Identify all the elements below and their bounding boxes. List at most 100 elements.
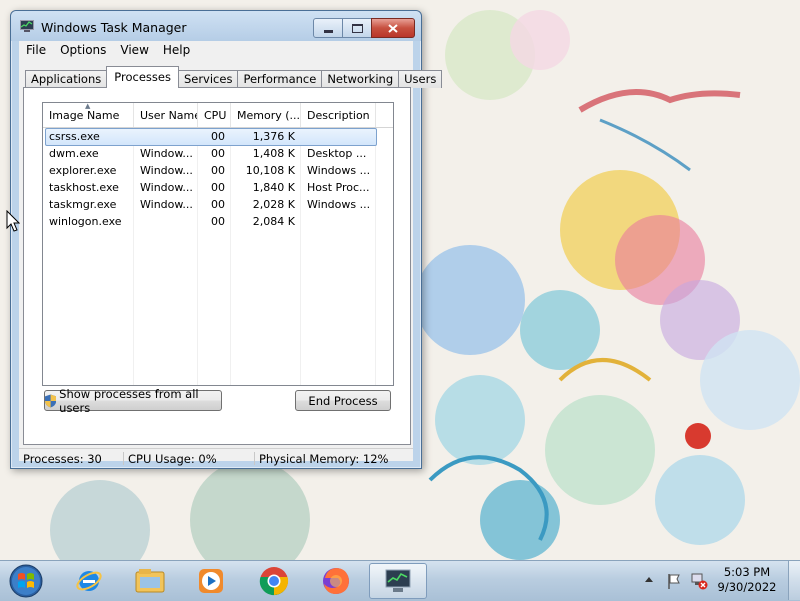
tab-applications[interactable]: Applications bbox=[25, 70, 108, 88]
firefox-icon bbox=[323, 568, 349, 594]
mouse-pointer-icon bbox=[6, 210, 20, 232]
cell-description bbox=[301, 213, 376, 230]
menu-file[interactable]: File bbox=[19, 41, 53, 60]
taskbar-media-player[interactable] bbox=[182, 563, 240, 599]
cell-cpu: 00 bbox=[211, 164, 225, 177]
column-header-memory[interactable]: Memory (... bbox=[231, 103, 301, 127]
cell-memory: 1,840 K bbox=[252, 181, 295, 194]
taskbar-task-manager[interactable] bbox=[369, 563, 427, 599]
cell-cpu: 00 bbox=[211, 215, 225, 228]
cell-user-name: Window... bbox=[140, 164, 193, 177]
cell-memory: 2,028 K bbox=[252, 198, 295, 211]
processes-panel: ▲ Image Name User Name CPU Memory (... D… bbox=[23, 87, 411, 445]
cell-cpu: 00 bbox=[211, 198, 225, 211]
close-button[interactable] bbox=[371, 18, 415, 38]
menu-view[interactable]: View bbox=[113, 41, 155, 60]
sort-ascending-icon: ▲ bbox=[85, 103, 91, 110]
column-header-label: Description bbox=[307, 109, 370, 122]
menu-options[interactable]: Options bbox=[53, 41, 113, 60]
column-header-user-name[interactable]: User Name bbox=[134, 103, 198, 127]
internet-explorer-icon bbox=[76, 571, 102, 591]
tab-users[interactable]: Users bbox=[398, 70, 443, 88]
taskbar-chrome[interactable] bbox=[245, 563, 303, 599]
cell-image-name: taskmgr.exe bbox=[49, 198, 117, 211]
cell-description bbox=[301, 128, 376, 145]
task-manager-window: Windows Task Manager File Options View H… bbox=[10, 10, 443, 469]
end-process-button[interactable]: End Process bbox=[295, 390, 391, 411]
tab-processes[interactable]: Processes bbox=[106, 66, 179, 88]
show-all-processes-button[interactable]: Show processes from all users bbox=[44, 387, 222, 415]
window-client-area: File Options View Help Applications Proc… bbox=[19, 41, 443, 466]
cell-user-name: Window... bbox=[140, 181, 193, 194]
table-row[interactable]: dwm.exe Window... 00 1,408 K Desktop ... bbox=[43, 145, 393, 162]
menu-bar: File Options View Help bbox=[19, 41, 413, 60]
action-center-flag-icon[interactable] bbox=[666, 572, 682, 590]
column-header-description[interactable]: Description bbox=[301, 103, 376, 127]
tab-performance[interactable]: Performance bbox=[237, 70, 323, 88]
window-title: Windows Task Manager bbox=[41, 20, 187, 35]
column-header-row: ▲ Image Name User Name CPU Memory (... D… bbox=[43, 103, 393, 128]
cell-image-name: explorer.exe bbox=[49, 164, 117, 177]
tab-services[interactable]: Services bbox=[177, 70, 239, 88]
clock-time: 5:03 PM bbox=[723, 565, 771, 579]
task-manager-app-icon bbox=[20, 20, 34, 32]
process-list[interactable]: ▲ Image Name User Name CPU Memory (... D… bbox=[42, 102, 394, 386]
clock-date: 9/30/2022 bbox=[717, 580, 777, 594]
taskbar-windows-explorer[interactable] bbox=[121, 563, 179, 599]
cell-image-name: winlogon.exe bbox=[49, 215, 122, 228]
show-all-processes-label: Show processes from all users bbox=[59, 386, 199, 415]
column-header-label: User Name bbox=[140, 109, 198, 122]
status-bar: Processes: 30 CPU Usage: 0% Physical Mem… bbox=[19, 448, 413, 466]
show-desktop-button[interactable] bbox=[788, 561, 800, 600]
cell-memory: 2,084 K bbox=[252, 215, 295, 228]
menu-help[interactable]: Help bbox=[156, 41, 197, 60]
network-disconnected-icon[interactable] bbox=[690, 572, 708, 590]
cell-cpu: 00 bbox=[211, 130, 225, 143]
table-row[interactable]: taskhost.exe Window... 00 1,840 K Host P… bbox=[43, 179, 393, 196]
system-clock[interactable]: 5:03 PM 9/30/2022 bbox=[712, 565, 782, 595]
tab-networking[interactable]: Networking bbox=[321, 70, 400, 88]
windows-explorer-icon bbox=[135, 569, 165, 593]
show-hidden-icons-arrow-icon[interactable] bbox=[644, 574, 654, 586]
minimize-icon bbox=[323, 29, 333, 33]
task-manager-icon bbox=[385, 569, 411, 592]
tab-strip: Applications Processes Services Performa… bbox=[25, 66, 443, 88]
process-list-body: csrss.exe 00 1,376 K dwm.exe Window... 0… bbox=[43, 128, 393, 230]
start-button[interactable] bbox=[6, 563, 46, 599]
cell-user-name bbox=[134, 128, 198, 145]
cell-description: Windows ... bbox=[307, 198, 371, 211]
cell-user-name: Window... bbox=[140, 198, 193, 211]
cell-memory: 1,408 K bbox=[252, 147, 295, 160]
status-cpu-usage: CPU Usage: 0% bbox=[124, 452, 255, 466]
table-row[interactable]: taskmgr.exe Window... 00 2,028 K Windows… bbox=[43, 196, 393, 213]
column-header-image-name[interactable]: ▲ Image Name bbox=[43, 103, 134, 127]
table-row[interactable]: csrss.exe 00 1,376 K bbox=[43, 128, 393, 146]
cell-memory: 1,376 K bbox=[252, 130, 295, 143]
taskbar-firefox[interactable] bbox=[307, 563, 365, 599]
close-icon bbox=[388, 23, 398, 33]
column-header-label: CPU bbox=[204, 109, 227, 122]
cell-user-name bbox=[134, 213, 198, 230]
status-processes: Processes: 30 bbox=[19, 452, 124, 466]
cell-user-name: Window... bbox=[140, 147, 193, 160]
cell-image-name: dwm.exe bbox=[49, 147, 99, 160]
end-process-label: End Process bbox=[308, 393, 378, 408]
minimize-button[interactable] bbox=[313, 18, 343, 38]
cell-image-name: taskhost.exe bbox=[49, 181, 119, 194]
title-bar[interactable]: Windows Task Manager bbox=[11, 11, 421, 41]
cell-image-name: csrss.exe bbox=[49, 130, 100, 143]
maximize-button[interactable] bbox=[342, 18, 372, 38]
maximize-icon bbox=[351, 23, 363, 33]
table-row[interactable]: winlogon.exe 00 2,084 K bbox=[43, 213, 393, 230]
taskbar-internet-explorer[interactable] bbox=[60, 563, 118, 599]
cell-description: Windows ... bbox=[307, 164, 371, 177]
status-physical-memory: Physical Memory: 12% bbox=[259, 452, 389, 466]
column-header-cpu[interactable]: CPU bbox=[198, 103, 231, 127]
cell-cpu: 00 bbox=[211, 181, 225, 194]
table-row[interactable]: explorer.exe Window... 00 10,108 K Windo… bbox=[43, 162, 393, 179]
cell-description: Host Proc... bbox=[307, 181, 370, 194]
chrome-icon bbox=[259, 567, 289, 596]
cell-memory: 10,108 K bbox=[245, 164, 295, 177]
media-player-icon bbox=[199, 569, 223, 593]
cell-cpu: 00 bbox=[211, 147, 225, 160]
